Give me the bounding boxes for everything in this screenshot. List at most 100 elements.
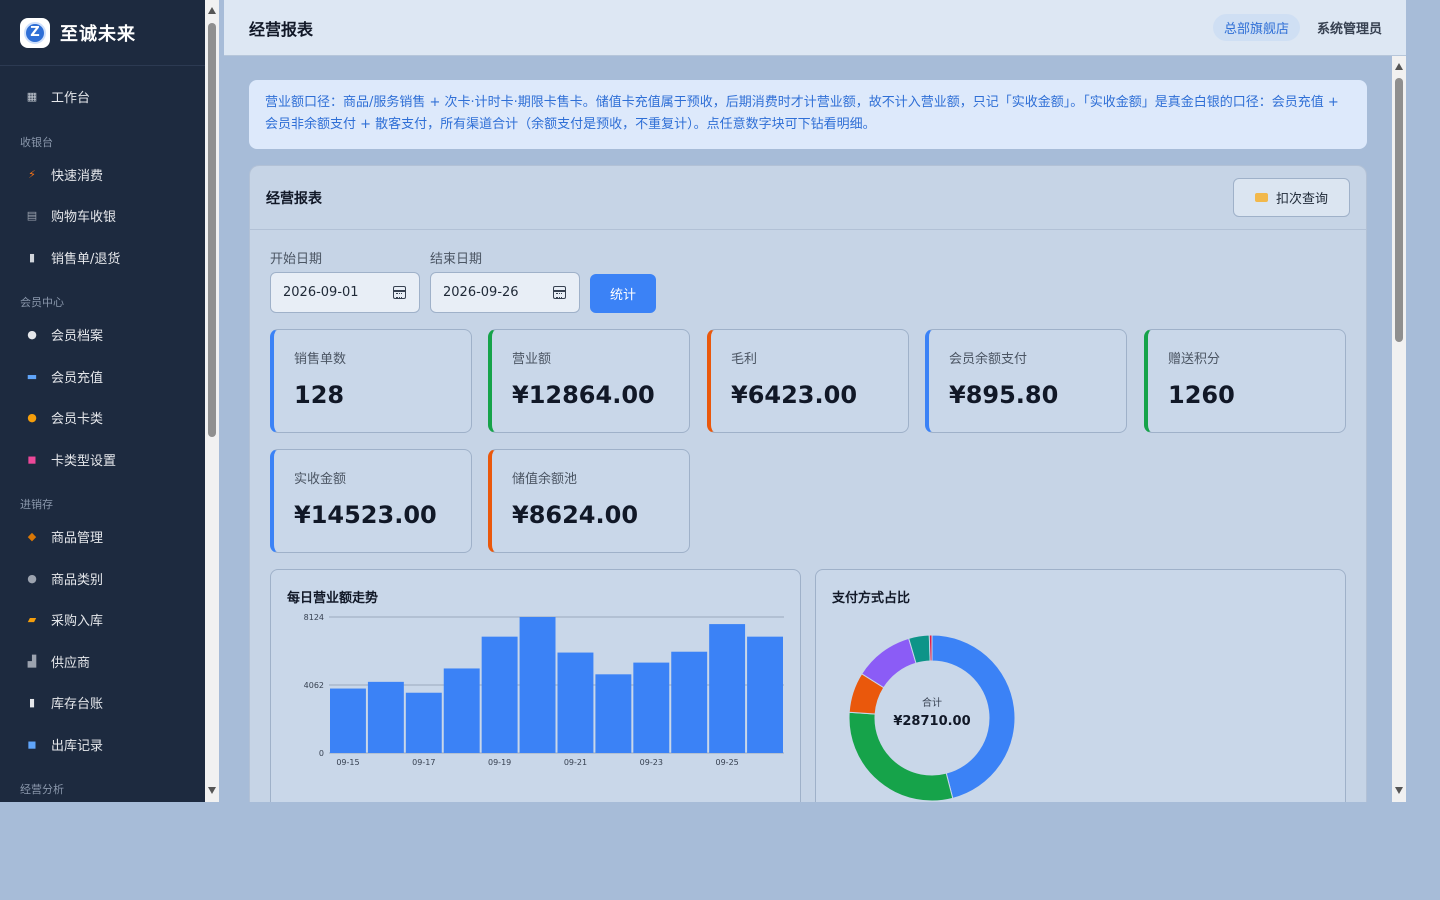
- bar-09-19[interactable]: [481, 636, 518, 753]
- bar-09-20[interactable]: [519, 617, 556, 753]
- sidebar-item[interactable]: ◼ 卡类型设置: [0, 439, 205, 481]
- sidebar-nav: ▦ 工作台收银台 ⚡ 快速消费 ▤ 购物车收银 ▮ 销售单/退货会员中心 ● 会员档案 ▬ 会员充值 ●…: [0, 66, 205, 801]
- sidebar-item[interactable]: ◼ 出库记录: [0, 724, 205, 766]
- sidebar-item-label: 会员档案: [51, 329, 104, 345]
- bar-09-21[interactable]: [557, 652, 594, 753]
- sidebar-item-label: 卡类型设置: [51, 453, 117, 469]
- stat-label: 储值余额池: [512, 472, 578, 487]
- report-card-title: 经营报表: [266, 190, 322, 207]
- info-notice: 营业额口径：商品/服务销售 + 次卡·计时卡·期限卡售卡。储值卡充值属于预收，后…: [249, 80, 1367, 149]
- sidebar-item[interactable]: ▤ 购物车收银: [0, 195, 205, 237]
- stat-balance-payment[interactable]: 会员余额支付 ¥895.80: [925, 329, 1127, 433]
- end-date-input[interactable]: 2026-09-26: [430, 272, 580, 313]
- nav-group-label: 经营分析: [20, 783, 64, 796]
- sidebar-item-label: 供应商: [51, 655, 91, 671]
- start-date-label: 开始日期: [270, 252, 323, 267]
- report-card-header: 经营报表 扣次查询: [250, 166, 1366, 230]
- stat-label: 实收金额: [294, 472, 347, 487]
- bar-09-22[interactable]: [595, 674, 632, 753]
- factory-icon: ▟: [27, 654, 37, 668]
- stat-stored-balance[interactable]: 储值余额池 ¥8624.00: [488, 449, 690, 553]
- sidebar-item[interactable]: ▬ 会员充值: [0, 356, 205, 398]
- card-icon: ▬: [26, 369, 38, 383]
- bar-09-25[interactable]: [709, 624, 746, 753]
- x-tick-label: 09-15: [336, 758, 359, 767]
- sidebar-item-label: 会员充值: [51, 370, 104, 386]
- x-tick-label: 09-19: [488, 758, 511, 767]
- scroll-down-arrow[interactable]: [1395, 787, 1403, 794]
- box-icon: ◆: [27, 530, 37, 544]
- receipt-icon: ▮: [28, 250, 36, 264]
- nav-group-label: 收银台: [20, 135, 53, 149]
- user-icon: ●: [27, 328, 37, 342]
- stat-value: ¥8624.00: [512, 501, 639, 529]
- start-date-value: 2026-09-01: [283, 285, 359, 300]
- sidebar-item[interactable]: ▟ 供应商: [0, 641, 205, 683]
- nav-group-label: 会员中心: [20, 296, 64, 309]
- sidebar-item[interactable]: ◆ 商品管理: [0, 516, 205, 558]
- cart-icon: ▤: [26, 209, 38, 223]
- sidebar-item-label: 销售单/退货: [51, 251, 121, 267]
- calculate-button[interactable]: 统计: [590, 274, 656, 313]
- stat-gross-profit[interactable]: 毛利 ¥6423.00: [707, 329, 909, 433]
- sidebar-item-label: 商品管理: [51, 531, 104, 547]
- medal-icon: ●: [27, 411, 37, 425]
- user-menu[interactable]: 系统管理员: [1317, 18, 1382, 37]
- stat-value: ¥6423.00: [731, 381, 858, 409]
- calendar-icon[interactable]: [553, 286, 566, 299]
- main-scrollbar[interactable]: [1392, 56, 1406, 802]
- sidebar-item[interactable]: ▰ 采购入库: [0, 599, 205, 641]
- ticket-icon: [1254, 193, 1268, 202]
- stat-bonus-points[interactable]: 赠送积分 1260: [1144, 329, 1346, 433]
- pie-center-value: ¥28710.00: [893, 714, 970, 729]
- stat-label: 毛利: [731, 352, 758, 367]
- brand-logo: Z: [20, 17, 50, 48]
- sidebar-item[interactable]: ● 会员档案: [0, 314, 205, 356]
- sidebar-item[interactable]: ▮ 销售单/退货: [0, 237, 205, 279]
- main-scroll-thumb[interactable]: [1395, 78, 1403, 342]
- sidebar-item-label: 工作台: [51, 91, 91, 107]
- report-card: 经营报表 扣次查询 开始日期 2026-09-01 结束日期 2026-09-2…: [249, 165, 1367, 802]
- sidebar-item-label: 快速消费: [51, 168, 104, 184]
- sidebar-item[interactable]: ● 会员卡类: [0, 397, 205, 439]
- store-selector[interactable]: 总部旗舰店: [1212, 14, 1300, 41]
- payment-share-chart: 合计 ¥28710.00: [848, 634, 1016, 802]
- pie-slice-5[interactable]: [928, 634, 933, 662]
- x-tick-label: 09-25: [716, 758, 739, 767]
- sidebar-item-label: 商品类别: [51, 572, 104, 588]
- calendar-icon[interactable]: [393, 286, 406, 299]
- sidebar-item[interactable]: ▮ 库存台账: [0, 682, 205, 724]
- bar-09-26[interactable]: [747, 636, 783, 753]
- stat-sales-count[interactable]: 销售单数 128: [270, 329, 472, 433]
- sidebar-scrollbar[interactable]: [205, 0, 219, 802]
- sidebar: Z 至诚未来 ▦ 工作台收银台 ⚡ 快速消费 ▤ 购物车收银 ▮ 销售单/退货会员中心 ● 会员档…: [0, 0, 205, 802]
- stat-label: 会员余额支付: [949, 352, 1028, 367]
- bar-09-18[interactable]: [443, 668, 480, 753]
- sidebar-scroll-thumb[interactable]: [208, 23, 216, 437]
- y-tick-label: 0: [319, 749, 324, 758]
- bar-09-24[interactable]: [671, 651, 708, 753]
- sidebar-item[interactable]: ● 商品类别: [0, 558, 205, 600]
- stat-actual-received[interactable]: 实收金额 ¥14523.00: [270, 449, 472, 553]
- bar-09-16[interactable]: [367, 681, 404, 753]
- sidebar-item[interactable]: ⚡ 快速消费: [0, 154, 205, 196]
- truck-icon: ▰: [27, 613, 37, 627]
- deduction-query-button[interactable]: 扣次查询: [1233, 178, 1350, 217]
- deduction-query-label: 扣次查询: [1275, 192, 1328, 207]
- scroll-up-arrow[interactable]: [208, 7, 216, 14]
- brand-name: 至诚未来: [60, 23, 136, 45]
- lightning-icon: ⚡: [28, 167, 36, 181]
- sidebar-item-label: 库存台账: [51, 697, 104, 713]
- page-header: 经营报表 总部旗舰店 系统管理员: [224, 0, 1406, 56]
- outbox-icon: ◼: [27, 737, 37, 751]
- start-date-input[interactable]: 2026-09-01: [270, 272, 420, 313]
- scroll-up-arrow[interactable]: [1395, 63, 1403, 70]
- stat-value: ¥14523.00: [294, 501, 437, 529]
- end-date-label: 结束日期: [430, 252, 483, 267]
- stat-revenue[interactable]: 营业额 ¥12864.00: [488, 329, 690, 433]
- bar-09-17[interactable]: [405, 692, 442, 753]
- bar-09-23[interactable]: [633, 662, 670, 753]
- bar-09-15[interactable]: [330, 688, 366, 753]
- scroll-down-arrow[interactable]: [208, 787, 216, 794]
- sidebar-item[interactable]: ▦ 工作台: [0, 76, 205, 118]
